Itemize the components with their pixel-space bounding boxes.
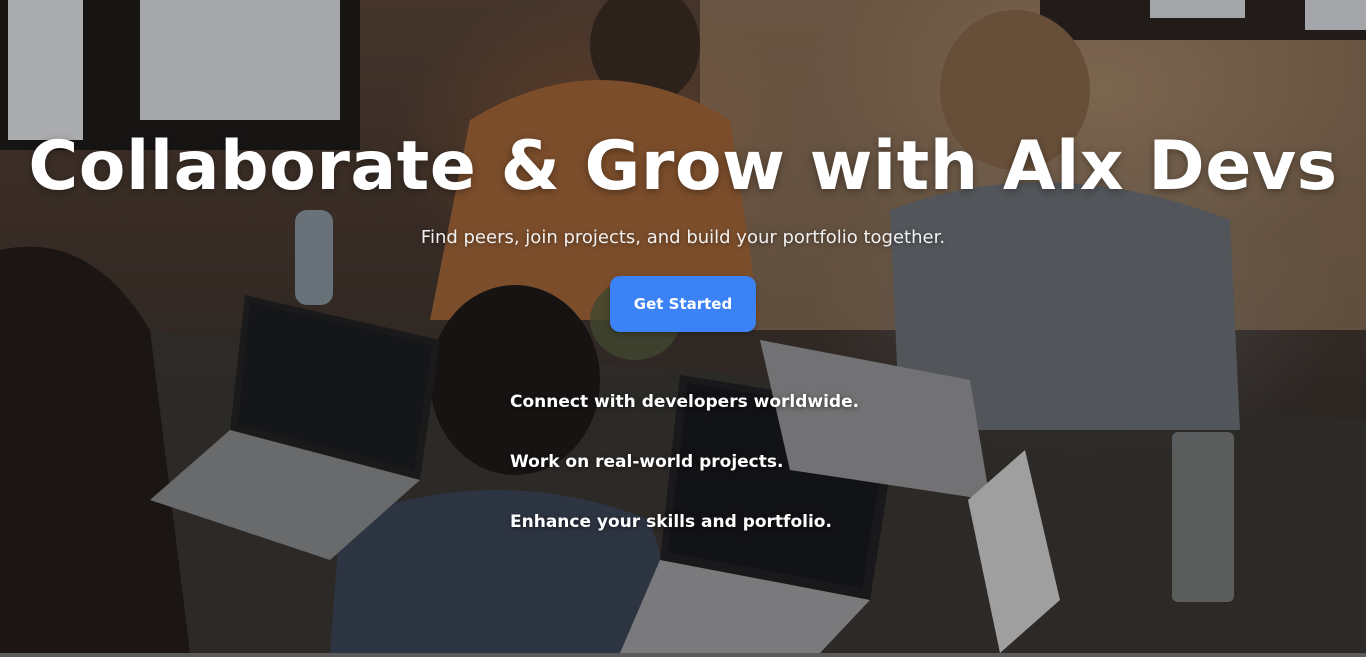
feature-list: Connect with developers worldwide. Work …	[510, 388, 930, 568]
hero-title: Collaborate & Grow with Alx Devs	[28, 127, 1338, 206]
feature-item: Connect with developers worldwide.	[510, 392, 860, 412]
hero-section: Collaborate & Grow with Alx Devs Find pe…	[0, 0, 1366, 653]
get-started-button[interactable]: Get Started	[610, 276, 756, 332]
hero-subtitle: Find peers, join projects, and build you…	[420, 227, 946, 248]
hero-content: Collaborate & Grow with Alx Devs Find pe…	[0, 0, 1366, 653]
feature-item: Enhance your skills and portfolio.	[510, 512, 832, 532]
feature-item: Work on real-world projects.	[510, 452, 784, 472]
page-bottom-edge	[0, 653, 1366, 657]
